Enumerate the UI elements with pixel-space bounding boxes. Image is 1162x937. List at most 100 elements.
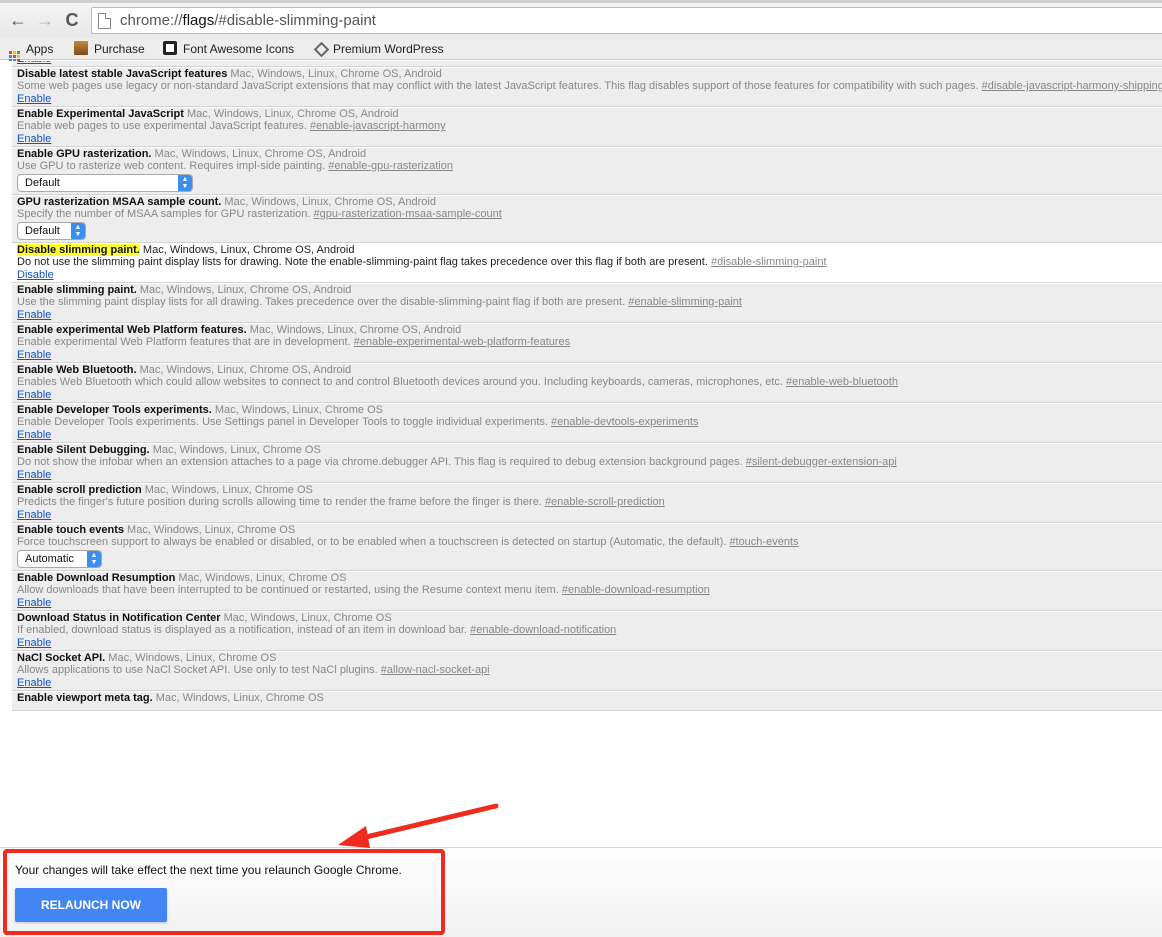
experiment-select[interactable]: Default ▲ ▼: [17, 174, 193, 192]
experiment-header: Enable Experimental JavaScript Mac, Wind…: [17, 108, 1162, 120]
experiment-description-text: Some web pages use legacy or non-standar…: [17, 80, 979, 92]
tab-strip: [0, 0, 1162, 3]
experiment-tag-link[interactable]: #enable-gpu-rasterization: [328, 160, 453, 172]
experiment-platforms: Mac, Windows, Linux, Chrome OS, Android: [186, 108, 399, 120]
experiment-description-text: Enable web pages to use experimental Jav…: [17, 120, 307, 132]
flags-page: Enable Disable latest stable JavaScript f…: [0, 61, 1162, 847]
experiment-tag-link[interactable]: #enable-web-bluetooth: [786, 376, 898, 388]
experiment-row: Enable touch events Mac, Windows, Linux,…: [12, 523, 1162, 571]
experiment-title: Enable Download Resumption: [17, 572, 176, 584]
bookmark-premium-wordpress[interactable]: Premium WordPress: [313, 41, 443, 58]
enable-link[interactable]: Enable: [17, 132, 51, 146]
experiment-platforms: Mac, Windows, Linux, Chrome OS: [178, 572, 347, 584]
experiment-description: Force touchscreen support to always be e…: [17, 536, 1162, 548]
back-button[interactable]: ←: [8, 10, 28, 30]
experiment-row: Enable Download Resumption Mac, Windows,…: [12, 571, 1162, 611]
experiment-description: If enabled, download status is displayed…: [17, 624, 1162, 636]
enable-link[interactable]: Enable: [17, 468, 51, 482]
experiment-description: Do not use the slimming paint display li…: [17, 256, 1162, 268]
experiment-row: Disable slimming paint. Mac, Windows, Li…: [12, 243, 1162, 283]
experiment-description-text: Allows applications to use NaCl Socket A…: [17, 664, 378, 676]
enable-link[interactable]: Enable: [17, 308, 51, 322]
relaunch-message: Your changes will take effect the next t…: [15, 863, 402, 877]
experiment-title: Enable GPU rasterization.: [17, 148, 152, 160]
experiment-description: Allows applications to use NaCl Socket A…: [17, 664, 1162, 676]
experiment-tag-link[interactable]: #enable-devtools-experiments: [551, 416, 698, 428]
experiment-tag-link[interactable]: #enable-download-resumption: [562, 584, 710, 596]
experiment-header: Enable slimming paint. Mac, Windows, Lin…: [17, 284, 1162, 296]
experiment-description: Allow downloads that have been interrupt…: [17, 584, 1162, 596]
select-value: Default: [25, 225, 60, 237]
experiment-tag-link[interactable]: #touch-events: [729, 536, 798, 548]
experiment-header: Enable viewport meta tag. Mac, Windows, …: [17, 692, 1162, 704]
experiment-tag-link[interactable]: #gpu-rasterization-msaa-sample-count: [314, 208, 502, 220]
page-icon: [98, 13, 111, 29]
bookmark-apps[interactable]: Apps: [9, 41, 53, 62]
bookmark-purchase[interactable]: Purchase: [74, 41, 145, 57]
experiment-platforms: Mac, Windows, Linux, Chrome OS, Android: [224, 196, 436, 208]
experiment-description-text: Specify the number of MSAA samples for G…: [17, 208, 311, 220]
experiment-platforms: Mac, Windows, Linux, Chrome OS, Android: [142, 244, 355, 256]
relaunch-now-button[interactable]: RELAUNCH NOW: [15, 888, 167, 922]
experiment-description: Predicts the finger's future position du…: [17, 496, 1162, 508]
experiment-select[interactable]: Default ▲ ▼: [17, 222, 86, 240]
experiment-platforms: Mac, Windows, Linux, Chrome OS, Android: [154, 148, 367, 160]
browser-toolbar: ← → C chrome://flags/#disable-slimming-p…: [0, 0, 1162, 38]
experiment-header: Download Status in Notification Center M…: [17, 612, 1162, 624]
enable-link[interactable]: Enable: [17, 388, 51, 402]
reload-icon: C: [65, 10, 79, 30]
experiment-tag-link[interactable]: #disable-slimming-paint: [711, 256, 827, 268]
experiment-row: Enable experimental Web Platform feature…: [12, 323, 1162, 363]
experiment-description: Do not show the infobar when an extensio…: [17, 456, 1162, 468]
url-text: chrome://flags/#disable-slimming-paint: [120, 12, 376, 29]
experiment-description: Some web pages use legacy or non-standar…: [17, 80, 1162, 92]
experiment-tag-link[interactable]: #allow-nacl-socket-api: [381, 664, 490, 676]
back-arrow-icon: ←: [9, 10, 27, 30]
forward-button[interactable]: →: [35, 10, 55, 30]
bookmarks-bar: Apps Purchase Font Awesome Icons Premium…: [0, 38, 1162, 62]
experiment-row: NaCl Socket API. Mac, Windows, Linux, Ch…: [12, 651, 1162, 691]
experiment-select[interactable]: Automatic ▲ ▼: [17, 550, 102, 568]
experiment-description-text: Predicts the finger's future position du…: [17, 496, 542, 508]
experiment-description-text: Use the slimming paint display lists for…: [17, 296, 626, 308]
enable-link[interactable]: Enable: [17, 348, 51, 362]
bookmark-font-awesome[interactable]: Font Awesome Icons: [163, 41, 294, 57]
experiment-header: Enable touch events Mac, Windows, Linux,…: [17, 524, 1162, 536]
experiment-tag-link[interactable]: #enable-javascript-harmony: [310, 120, 446, 132]
experiment-description-text: Do not show the infobar when an extensio…: [17, 456, 743, 468]
address-bar[interactable]: chrome://flags/#disable-slimming-paint: [91, 7, 1162, 34]
chevron-up-down-icon: ▲ ▼: [71, 223, 85, 239]
enable-link[interactable]: Enable: [17, 636, 51, 650]
experiments-list: Enable Disable latest stable JavaScript f…: [12, 61, 1162, 711]
experiment-tag-link[interactable]: #disable-javascript-harmony-shipping: [982, 80, 1162, 92]
experiment-row: Enable Developer Tools experiments. Mac,…: [12, 403, 1162, 443]
experiment-tag-link[interactable]: #enable-download-notification: [470, 624, 616, 636]
enable-link[interactable]: Enable: [17, 596, 51, 610]
disable-link[interactable]: Disable: [17, 268, 54, 282]
enable-link[interactable]: Enable: [17, 676, 51, 690]
experiment-description: Use GPU to rasterize web content. Requir…: [17, 160, 1162, 172]
experiment-description-text: Force touchscreen support to always be e…: [17, 536, 727, 548]
enable-link[interactable]: Enable: [17, 508, 51, 522]
experiment-description: Enables Web Bluetooth which could allow …: [17, 376, 1162, 388]
experiment-title: Disable latest stable JavaScript feature…: [17, 68, 228, 80]
experiment-description-text: Allow downloads that have been interrupt…: [17, 584, 559, 596]
chevron-up-down-icon: ▲ ▼: [87, 551, 101, 567]
experiment-title: Disable slimming paint.: [17, 244, 140, 256]
experiment-header: Enable Developer Tools experiments. Mac,…: [17, 404, 1162, 416]
experiment-title: Enable experimental Web Platform feature…: [17, 324, 247, 336]
experiment-title: Enable Web Bluetooth.: [17, 364, 137, 376]
experiment-title: NaCl Socket API.: [17, 652, 106, 664]
enable-link[interactable]: Enable: [17, 428, 51, 442]
experiment-tag-link[interactable]: #enable-slimming-paint: [628, 296, 742, 308]
experiment-header: NaCl Socket API. Mac, Windows, Linux, Ch…: [17, 652, 1162, 664]
purchase-bookmark-icon: [74, 41, 88, 55]
experiment-tag-link[interactable]: #enable-scroll-prediction: [545, 496, 665, 508]
enable-link[interactable]: Enable: [17, 61, 51, 66]
enable-link[interactable]: Enable: [17, 92, 51, 106]
experiment-platforms: Mac, Windows, Linux, Chrome OS: [152, 444, 321, 456]
experiment-row: Enable Silent Debugging. Mac, Windows, L…: [12, 443, 1162, 483]
experiment-tag-link[interactable]: #silent-debugger-extension-api: [746, 456, 897, 468]
reload-button[interactable]: C: [62, 10, 82, 30]
experiment-tag-link[interactable]: #enable-experimental-web-platform-featur…: [354, 336, 570, 348]
